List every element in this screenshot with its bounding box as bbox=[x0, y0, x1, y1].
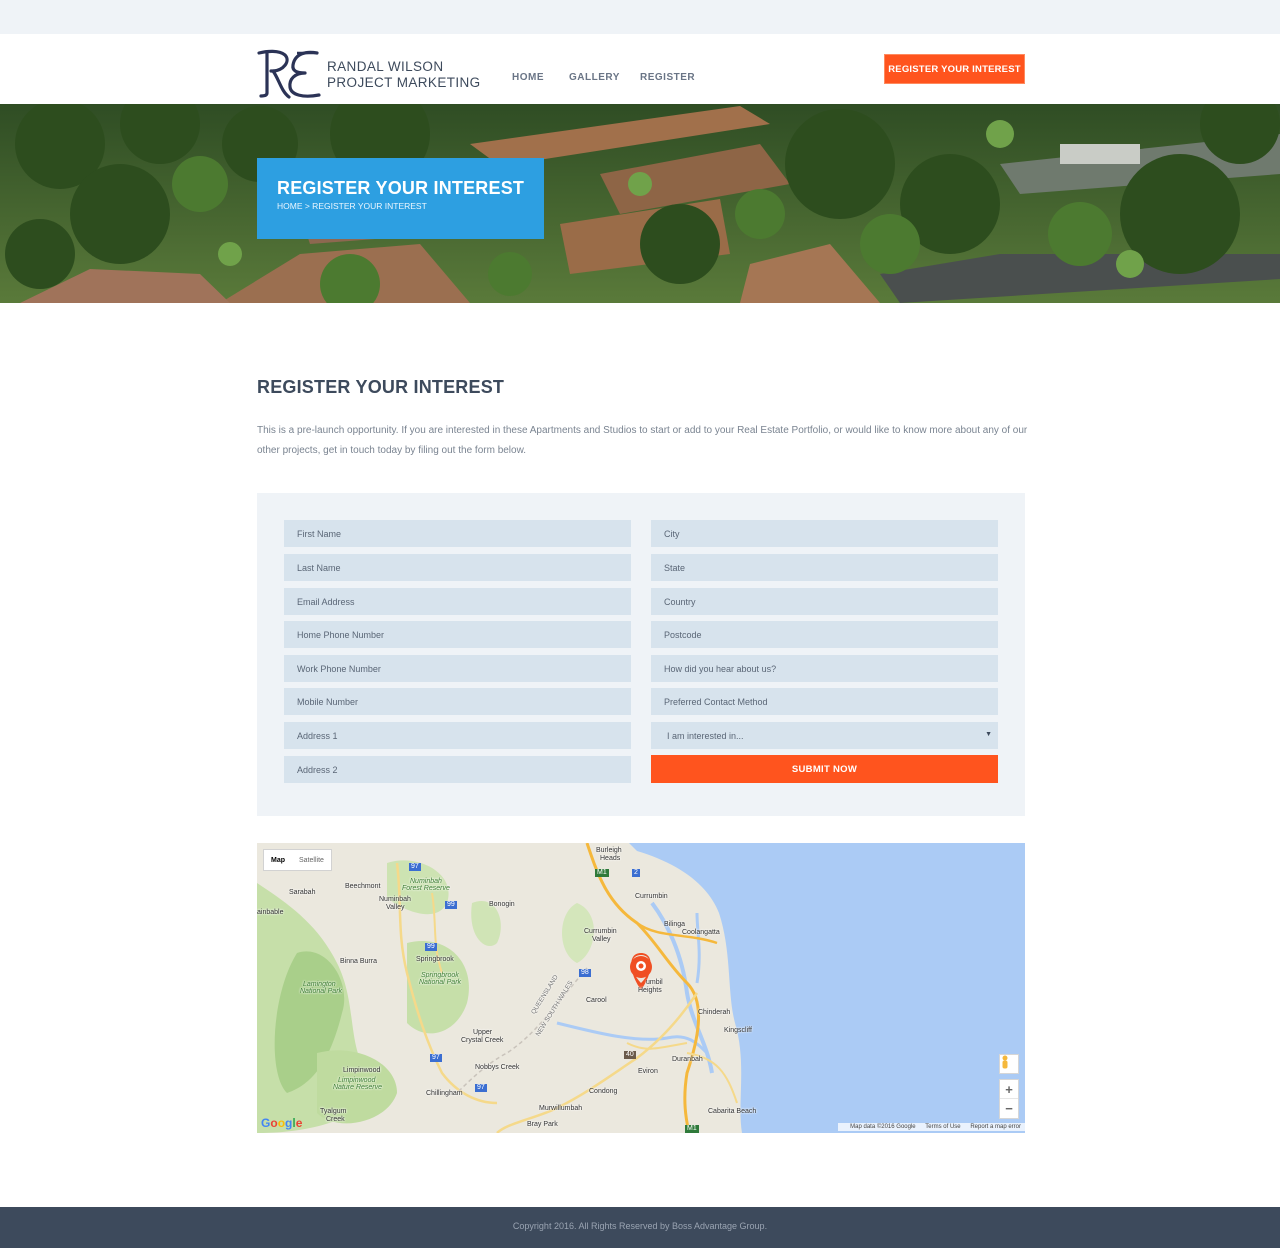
map-label: Tyalgum bbox=[320, 1108, 347, 1115]
register-interest-button[interactable]: REGISTER YOUR INTEREST bbox=[884, 54, 1025, 84]
brand-name: RANDAL WILSON PROJECT MARKETING bbox=[327, 59, 481, 90]
brand-line-2: PROJECT MARKETING bbox=[327, 74, 481, 90]
map-label: Creek bbox=[326, 1116, 345, 1123]
nav-gallery[interactable]: GALLERY bbox=[569, 72, 620, 83]
map-type-map-button[interactable]: Map bbox=[264, 850, 292, 870]
route-shield: 2 bbox=[632, 869, 640, 877]
google-logo[interactable]: Google bbox=[261, 1116, 302, 1130]
map-type-toggle: Map Satellite bbox=[263, 849, 332, 871]
address1-field[interactable]: Address 1 bbox=[284, 722, 631, 749]
register-form: First Name Last Name Email Address Home … bbox=[257, 493, 1025, 816]
intro-text: This is a pre-launch opportunity. If you… bbox=[257, 425, 1028, 456]
map-label: Crystal Creek bbox=[461, 1037, 504, 1044]
site-footer: Copyright 2016. All Rights Reserved by B… bbox=[0, 1207, 1280, 1248]
breadcrumb[interactable]: HOME > REGISTER YOUR INTEREST bbox=[277, 201, 427, 211]
map-label: Carool bbox=[586, 997, 607, 1004]
map-label: National Park bbox=[300, 988, 343, 995]
map-label: Forest Reserve bbox=[402, 885, 450, 892]
map-label: Binna Burra bbox=[340, 958, 377, 965]
mobile-field[interactable]: Mobile Number bbox=[284, 688, 631, 715]
route-shield: 99 bbox=[425, 943, 437, 951]
route-shield: 97 bbox=[409, 863, 421, 871]
map-label: Nature Reserve bbox=[333, 1084, 383, 1091]
first-name-field[interactable]: First Name bbox=[284, 520, 631, 547]
last-name-field[interactable]: Last Name bbox=[284, 554, 631, 581]
map-label: Chinderah bbox=[698, 1009, 731, 1016]
route-shield: 98 bbox=[579, 969, 591, 977]
zoom-controls: + − bbox=[999, 1079, 1019, 1119]
map-attribution: Map data ©2016 Google Terms of Use Repor… bbox=[838, 1123, 1025, 1131]
route-shield: 97 bbox=[475, 1084, 487, 1092]
map-label: Heads bbox=[600, 855, 621, 862]
top-strip bbox=[0, 0, 1280, 34]
route-shield: 40 bbox=[624, 1051, 636, 1059]
map-label: Condong bbox=[589, 1088, 618, 1095]
map-type-satellite-button[interactable]: Satellite bbox=[292, 850, 331, 870]
map-label: ainbable bbox=[257, 909, 284, 916]
map-label: Valley bbox=[386, 904, 405, 911]
hero-title-box: REGISTER YOUR INTEREST HOME > REGISTER Y… bbox=[257, 158, 544, 239]
contact-method-field[interactable]: Preferred Contact Method bbox=[651, 688, 998, 715]
map-data-credit: Map data ©2016 Google bbox=[850, 1124, 916, 1130]
hero-banner: REGISTER YOUR INTEREST HOME > REGISTER Y… bbox=[0, 104, 1280, 303]
map-label: Sarabah bbox=[289, 889, 316, 896]
map-label: Beechmont bbox=[345, 883, 381, 890]
route-shield: 97 bbox=[430, 1054, 442, 1062]
re-monogram-icon bbox=[257, 49, 321, 99]
map-label: Eviron bbox=[638, 1068, 658, 1075]
terms-of-use-link[interactable]: Terms of Use bbox=[925, 1124, 960, 1130]
map-label: Limpinwood bbox=[343, 1067, 381, 1074]
zoom-out-button[interactable]: − bbox=[1000, 1099, 1018, 1118]
route-shield: 99 bbox=[445, 901, 457, 909]
map-label: Springbrook bbox=[416, 956, 454, 963]
nav-home[interactable]: HOME bbox=[512, 72, 544, 83]
caret-down-icon: ▼ bbox=[985, 731, 992, 738]
map-label: Bilinga bbox=[664, 921, 686, 928]
report-map-error-link[interactable]: Report a map error bbox=[970, 1124, 1021, 1130]
page-title: REGISTER YOUR INTEREST bbox=[257, 377, 505, 397]
map-label: Currumbin bbox=[635, 893, 668, 900]
map-label: Coolangatta bbox=[682, 929, 720, 936]
map-label: Valley bbox=[592, 936, 611, 943]
state-field[interactable]: State bbox=[651, 554, 998, 581]
site-header: RANDAL WILSON PROJECT MARKETING HOME GAL… bbox=[0, 34, 1280, 104]
address2-field[interactable]: Address 2 bbox=[284, 756, 631, 783]
brand-logo[interactable]: RANDAL WILSON PROJECT MARKETING bbox=[257, 49, 480, 99]
interest-select[interactable]: I am interested in... ▼ bbox=[651, 722, 998, 749]
map-label: Murwillumbah bbox=[539, 1105, 583, 1112]
city-field[interactable]: City bbox=[651, 520, 998, 547]
route-shield: M1 bbox=[595, 869, 609, 877]
interest-select-value: I am interested in... bbox=[667, 730, 744, 741]
street-view-pegman-icon[interactable] bbox=[999, 1054, 1019, 1074]
hero-title: REGISTER YOUR INTEREST bbox=[277, 178, 525, 198]
map-label: Currumbin bbox=[584, 928, 617, 935]
map-label: Heights bbox=[638, 987, 662, 994]
copyright-text: Copyright 2016. All Rights Reserved by B… bbox=[512, 1221, 768, 1231]
map-label: Duranbah bbox=[672, 1056, 703, 1063]
map-label: Bonogin bbox=[489, 901, 515, 908]
email-field[interactable]: Email Address bbox=[284, 588, 631, 615]
hero-aerial-image bbox=[0, 104, 1280, 303]
map-label: Nobbys Creek bbox=[475, 1064, 520, 1071]
brand-line-1: RANDAL WILSON bbox=[327, 59, 444, 74]
country-field[interactable]: Country bbox=[651, 588, 998, 615]
home-phone-field[interactable]: Home Phone Number bbox=[284, 621, 631, 648]
hear-about-field[interactable]: How did you hear about us? bbox=[651, 655, 998, 682]
map-label: Burleigh bbox=[596, 847, 622, 854]
nav-register[interactable]: REGISTER bbox=[640, 72, 695, 83]
map-label: Chillingham bbox=[426, 1090, 463, 1097]
submit-button[interactable]: SUBMIT NOW bbox=[651, 755, 998, 783]
work-phone-field[interactable]: Work Phone Number bbox=[284, 655, 631, 682]
map-label: National Park bbox=[419, 979, 462, 986]
map-label: Upper bbox=[473, 1029, 493, 1036]
map-label: Numinbah bbox=[379, 896, 411, 903]
map-label: Bray Park bbox=[527, 1121, 558, 1128]
map-label: umbil bbox=[646, 979, 663, 986]
location-map[interactable]: Burleigh Heads Sarabah Beechmont Numinba… bbox=[257, 843, 1025, 1133]
map-label: Cabarita Beach bbox=[708, 1108, 757, 1115]
zoom-in-button[interactable]: + bbox=[1000, 1080, 1018, 1099]
map-label: Kingscliff bbox=[724, 1027, 752, 1034]
route-shield: M1 bbox=[685, 1125, 699, 1133]
postcode-field[interactable]: Postcode bbox=[651, 621, 998, 648]
